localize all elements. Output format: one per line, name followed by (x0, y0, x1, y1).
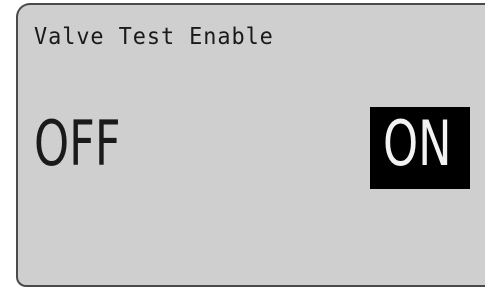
option-on[interactable]: ON (383, 113, 452, 175)
option-off[interactable]: OFF (34, 113, 120, 175)
screen-title: Valve Test Enable (34, 24, 274, 50)
